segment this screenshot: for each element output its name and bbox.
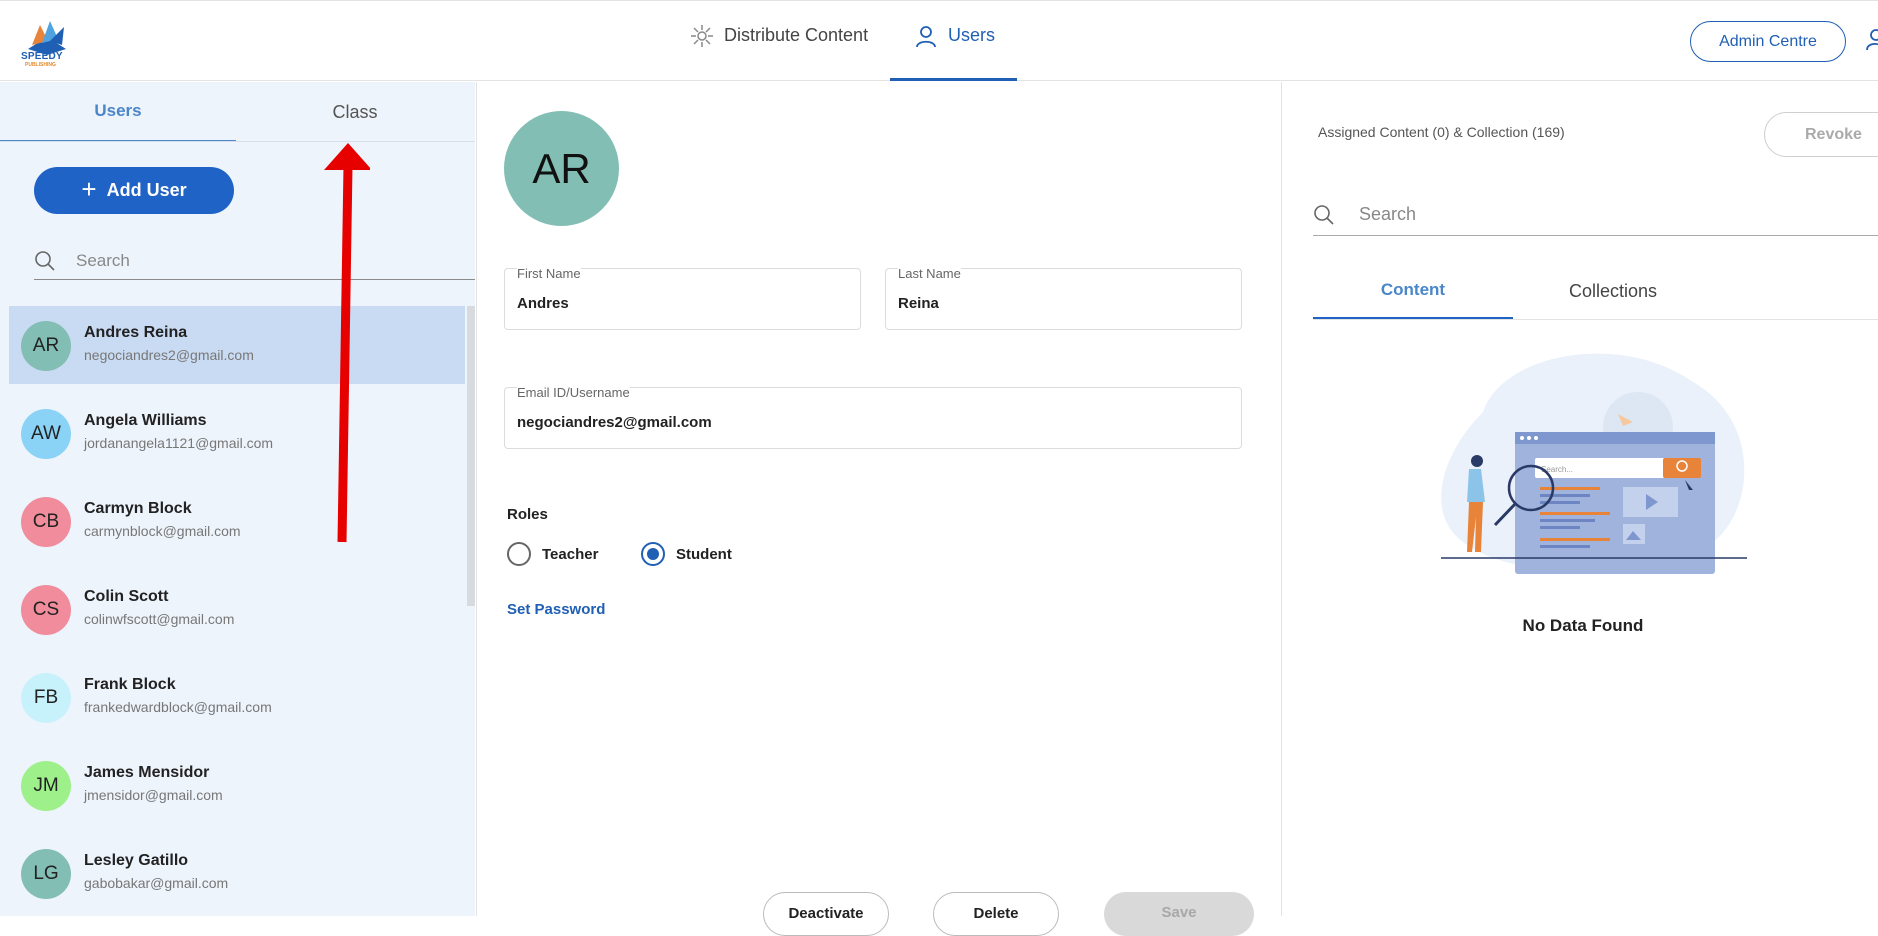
users-sidebar: Users Class + Add User Search AR Andres R… bbox=[0, 82, 475, 916]
user-email: frankedwardblock@gmail.com bbox=[84, 699, 272, 715]
admin-centre-button[interactable]: Admin Centre bbox=[1690, 21, 1846, 62]
user-icon bbox=[916, 26, 936, 48]
tab-class[interactable]: Class bbox=[237, 82, 473, 142]
deactivate-button[interactable]: Deactivate bbox=[763, 892, 889, 936]
user-email: negociandres2@gmail.com bbox=[84, 347, 254, 363]
user-list-item[interactable]: CS Colin Scott colinwfscott@gmail.com bbox=[9, 570, 465, 648]
top-bar: SPEEDY PUBLISHING Distribute Content Use… bbox=[0, 0, 1878, 81]
user-search-input[interactable]: Search bbox=[34, 242, 475, 280]
revoke-button[interactable]: Revoke bbox=[1764, 112, 1878, 157]
search-placeholder: Search bbox=[76, 250, 130, 270]
save-button[interactable]: Save bbox=[1104, 892, 1254, 936]
user-avatar: AW bbox=[21, 409, 71, 459]
user-list-scrollbar[interactable] bbox=[467, 306, 475, 606]
user-list-item[interactable]: FB Frank Block frankedwardblock@gmail.com bbox=[9, 658, 465, 736]
no-data-text: No Data Found bbox=[1522, 616, 1644, 635]
first-name-value: Andres bbox=[517, 295, 569, 312]
tab-collections[interactable]: Collections bbox=[1513, 262, 1713, 320]
user-list: AR Andres Reina negociandres2@gmail.com AW A… bbox=[0, 306, 465, 922]
logo-subtext: PUBLISHING bbox=[25, 62, 56, 68]
tab-divider bbox=[1313, 319, 1878, 320]
user-list-item[interactable]: AW Angela Williams jordanangela1121@gmail.… bbox=[9, 394, 465, 472]
add-user-button[interactable]: + Add User bbox=[34, 167, 234, 214]
last-name-value: Reina bbox=[898, 295, 939, 312]
user-list-item[interactable]: CB Carmyn Block carmynblock@gmail.com bbox=[9, 482, 465, 560]
distribute-icon bbox=[691, 25, 713, 47]
user-email: colinwfscott@gmail.com bbox=[84, 611, 235, 627]
user-avatar: LG bbox=[21, 849, 71, 899]
user-list-item[interactable]: AR Andres Reina negociandres2@gmail.com bbox=[9, 306, 465, 384]
empty-state-illustration: Search... bbox=[1441, 353, 1747, 574]
user-email: jmensidor@gmail.com bbox=[84, 787, 223, 803]
email-label: Email ID/Username bbox=[517, 385, 630, 400]
user-detail-panel: AR First Name Andres Last Name Reina Ema… bbox=[476, 82, 1282, 936]
email-field[interactable]: Email ID/Username negociandres2@gmail.co… bbox=[504, 385, 1242, 449]
user-name: Lesley Gatillo bbox=[84, 852, 189, 869]
first-name-field[interactable]: First Name Andres bbox=[504, 266, 861, 330]
last-name-label: Last Name bbox=[898, 266, 961, 281]
user-email: jordanangela1121@gmail.com bbox=[84, 435, 274, 451]
tab-users[interactable]: Users bbox=[0, 82, 236, 142]
role-student-label: Student bbox=[676, 545, 732, 563]
radio-unchecked-icon bbox=[507, 542, 531, 566]
user-avatar: JM bbox=[21, 761, 71, 811]
tab-divider bbox=[0, 141, 475, 142]
user-name: Colin Scott bbox=[84, 588, 169, 605]
user-avatar-large: AR bbox=[504, 111, 619, 226]
user-list-item[interactable]: JM James Mensidor jmensidor@gmail.com bbox=[9, 746, 465, 824]
user-email: carmynblock@gmail.com bbox=[84, 523, 241, 539]
search-placeholder: Search bbox=[1359, 204, 1417, 224]
user-avatar: FB bbox=[21, 673, 71, 723]
roles-label: Roles bbox=[507, 506, 548, 523]
logo-text: SPEEDY bbox=[21, 51, 63, 62]
radio-checked-icon bbox=[641, 542, 665, 566]
nav-users[interactable]: Users bbox=[890, 25, 1017, 81]
assigned-content-panel: Assigned Content (0) & Collection (169) … bbox=[1283, 82, 1878, 916]
tab-content[interactable]: Content bbox=[1313, 262, 1513, 320]
nav-users-label: Users bbox=[948, 25, 996, 45]
plus-icon: + bbox=[81, 173, 97, 204]
user-name: Frank Block bbox=[84, 676, 176, 693]
profile-icon[interactable] bbox=[1864, 27, 1878, 53]
search-icon bbox=[35, 250, 55, 271]
user-name: Carmyn Block bbox=[84, 500, 192, 517]
user-list-item[interactable]: LG Lesley Gatillo gabobakar@gmail.com bbox=[9, 834, 465, 912]
user-name: Angela Williams bbox=[84, 412, 207, 429]
user-avatar: AR bbox=[21, 321, 71, 371]
first-name-label: First Name bbox=[517, 266, 581, 281]
user-avatar: CB bbox=[21, 497, 71, 547]
last-name-field[interactable]: Last Name Reina bbox=[885, 266, 1242, 330]
add-user-label: Add User bbox=[106, 180, 187, 200]
role-teacher-label: Teacher bbox=[542, 545, 599, 563]
nav-distribute-label: Distribute Content bbox=[724, 25, 869, 45]
role-student-radio[interactable]: Student bbox=[641, 542, 732, 566]
user-name: James Mensidor bbox=[84, 764, 210, 781]
email-value: negociandres2@gmail.com bbox=[517, 414, 712, 431]
user-email: gabobakar@gmail.com bbox=[84, 875, 229, 891]
delete-button[interactable]: Delete bbox=[933, 892, 1059, 936]
content-search-input[interactable]: Search bbox=[1313, 194, 1878, 236]
assigned-summary: Assigned Content (0) & Collection (169) bbox=[1318, 124, 1565, 140]
set-password-link[interactable]: Set Password bbox=[507, 601, 605, 618]
user-name: Andres Reina bbox=[84, 324, 188, 341]
user-avatar: CS bbox=[21, 585, 71, 635]
search-icon bbox=[1314, 204, 1334, 225]
annotation-arrow-icon bbox=[324, 143, 370, 543]
role-teacher-radio[interactable]: Teacher bbox=[507, 542, 598, 566]
nav-distribute-content[interactable]: Distribute Content bbox=[690, 25, 868, 81]
